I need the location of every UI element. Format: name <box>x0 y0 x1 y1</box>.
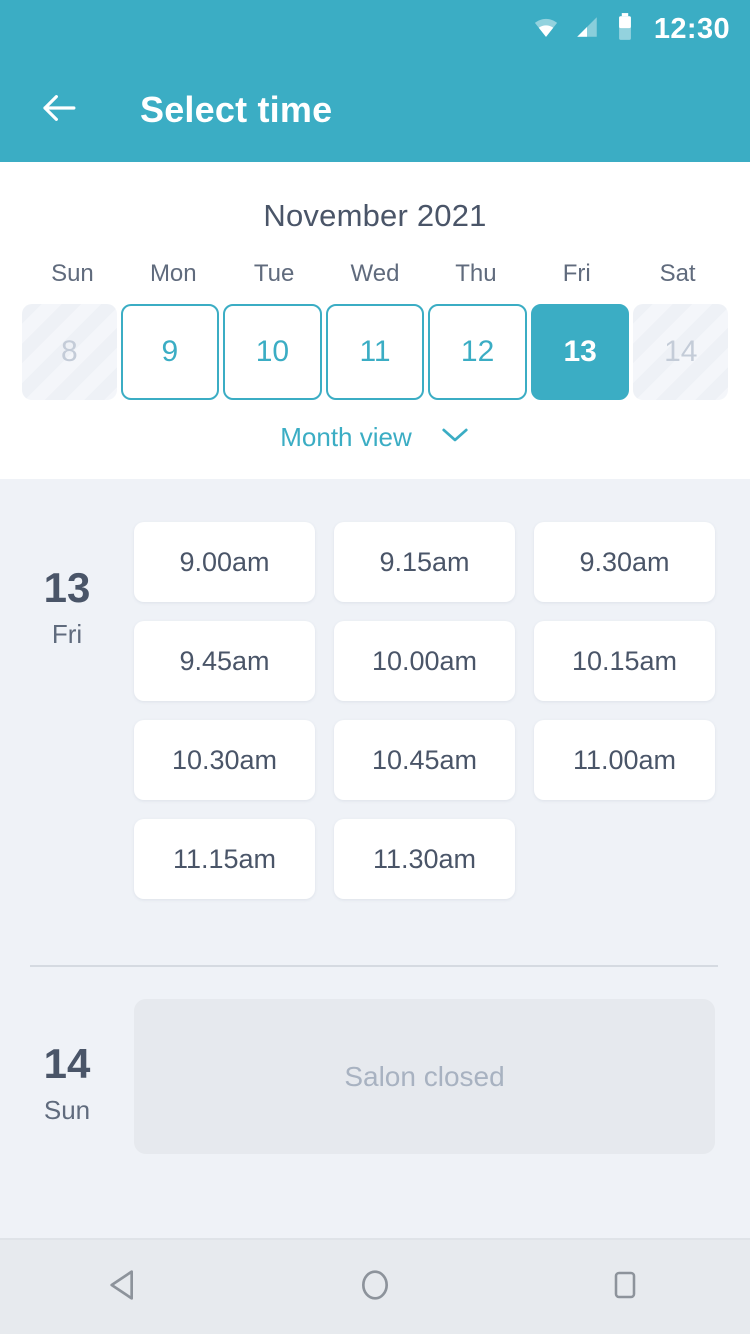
weekday-mon: Mon <box>149 260 197 287</box>
slot-group-day-number: 14 <box>43 1040 91 1087</box>
app-bar: Select time <box>0 58 750 162</box>
calendar-day-8: 8 <box>22 304 117 400</box>
calendar-day-9[interactable]: 9 <box>120 304 220 400</box>
phone-screen: 12:30 Select time November 2021 Sun Mon … <box>0 0 750 1334</box>
circle-home-icon <box>355 1265 395 1310</box>
wifi-icon <box>532 13 560 46</box>
calendar-day-12[interactable]: 12 <box>428 304 527 400</box>
time-slot[interactable]: 9.00am <box>134 522 315 602</box>
weekday-wed: Wed <box>350 260 400 287</box>
slot-group-day-name: Sun <box>43 1095 91 1125</box>
slot-group-day-label-14: 14 Sun <box>0 999 134 1154</box>
slot-group-day-label-13: 13 Fri <box>0 522 134 899</box>
battery-icon <box>614 12 636 47</box>
android-navigation-bar <box>0 1238 750 1334</box>
status-bar-clock: 12:30 <box>653 12 730 45</box>
salon-closed-banner: Salon closed <box>134 999 715 1154</box>
time-slots-area: 13 Fri 9.00am 9.15am 9.30am 9.45am 10.00… <box>0 479 750 1239</box>
triangle-back-icon <box>105 1265 145 1310</box>
calendar-panel: November 2021 Sun Mon Tue Wed Thu Fri Sa… <box>0 162 750 479</box>
weekday-fri: Fri <box>562 260 591 287</box>
nav-back-button[interactable] <box>70 1239 180 1334</box>
slot-group-13: 13 Fri 9.00am 9.15am 9.30am 9.45am 10.00… <box>0 479 750 899</box>
time-slot[interactable]: 10.15am <box>534 621 715 701</box>
time-slot[interactable]: 10.45am <box>334 720 515 800</box>
calendar-day-row: 8 9 10 11 12 13 14 <box>0 304 750 400</box>
calendar-weekday-header: Sun Mon Tue Wed Thu Fri Sat <box>0 260 750 288</box>
time-slot[interactable]: 9.15am <box>334 522 515 602</box>
time-slot[interactable]: 11.00am <box>534 720 715 800</box>
weekday-thu: Thu <box>455 260 497 287</box>
month-view-label: Month view <box>280 422 412 452</box>
calendar-day-14: 14 <box>633 304 729 400</box>
calendar-day-11[interactable]: 11 <box>325 304 425 400</box>
time-slot[interactable]: 11.30am <box>334 819 515 899</box>
slot-grid: 9.00am 9.15am 9.30am 9.45am 10.00am 10.1… <box>134 522 750 899</box>
chevron-down-icon <box>440 426 470 449</box>
arrow-left-icon <box>38 87 80 134</box>
calendar-day-10[interactable]: 10 <box>223 304 322 400</box>
calendar-month-label: November 2021 <box>263 198 487 233</box>
back-button[interactable] <box>22 73 96 147</box>
slot-group-day-number: 13 <box>43 564 91 611</box>
time-slot[interactable]: 9.30am <box>534 522 715 602</box>
time-slot[interactable]: 11.15am <box>134 819 315 899</box>
nav-home-button[interactable] <box>320 1239 430 1334</box>
slot-group-day-name: Fri <box>51 619 83 649</box>
weekday-sun: Sun <box>51 260 94 287</box>
cellular-signal-icon <box>574 14 600 45</box>
month-view-toggle[interactable]: Month view <box>0 422 750 453</box>
time-slot[interactable]: 10.30am <box>134 720 315 800</box>
weekday-tue: Tue <box>253 260 295 287</box>
slot-group-14: 14 Sun Salon closed <box>0 999 750 1154</box>
weekday-sat: Sat <box>659 260 696 287</box>
section-divider <box>30 965 718 967</box>
time-slot[interactable]: 9.45am <box>134 621 315 701</box>
status-bar: 12:30 <box>0 0 750 58</box>
page-title: Select time <box>140 89 333 130</box>
square-recents-icon <box>607 1267 643 1308</box>
time-slot[interactable]: 10.00am <box>334 621 515 701</box>
nav-recents-button[interactable] <box>570 1239 680 1334</box>
calendar-day-13[interactable]: 13 <box>530 304 630 400</box>
